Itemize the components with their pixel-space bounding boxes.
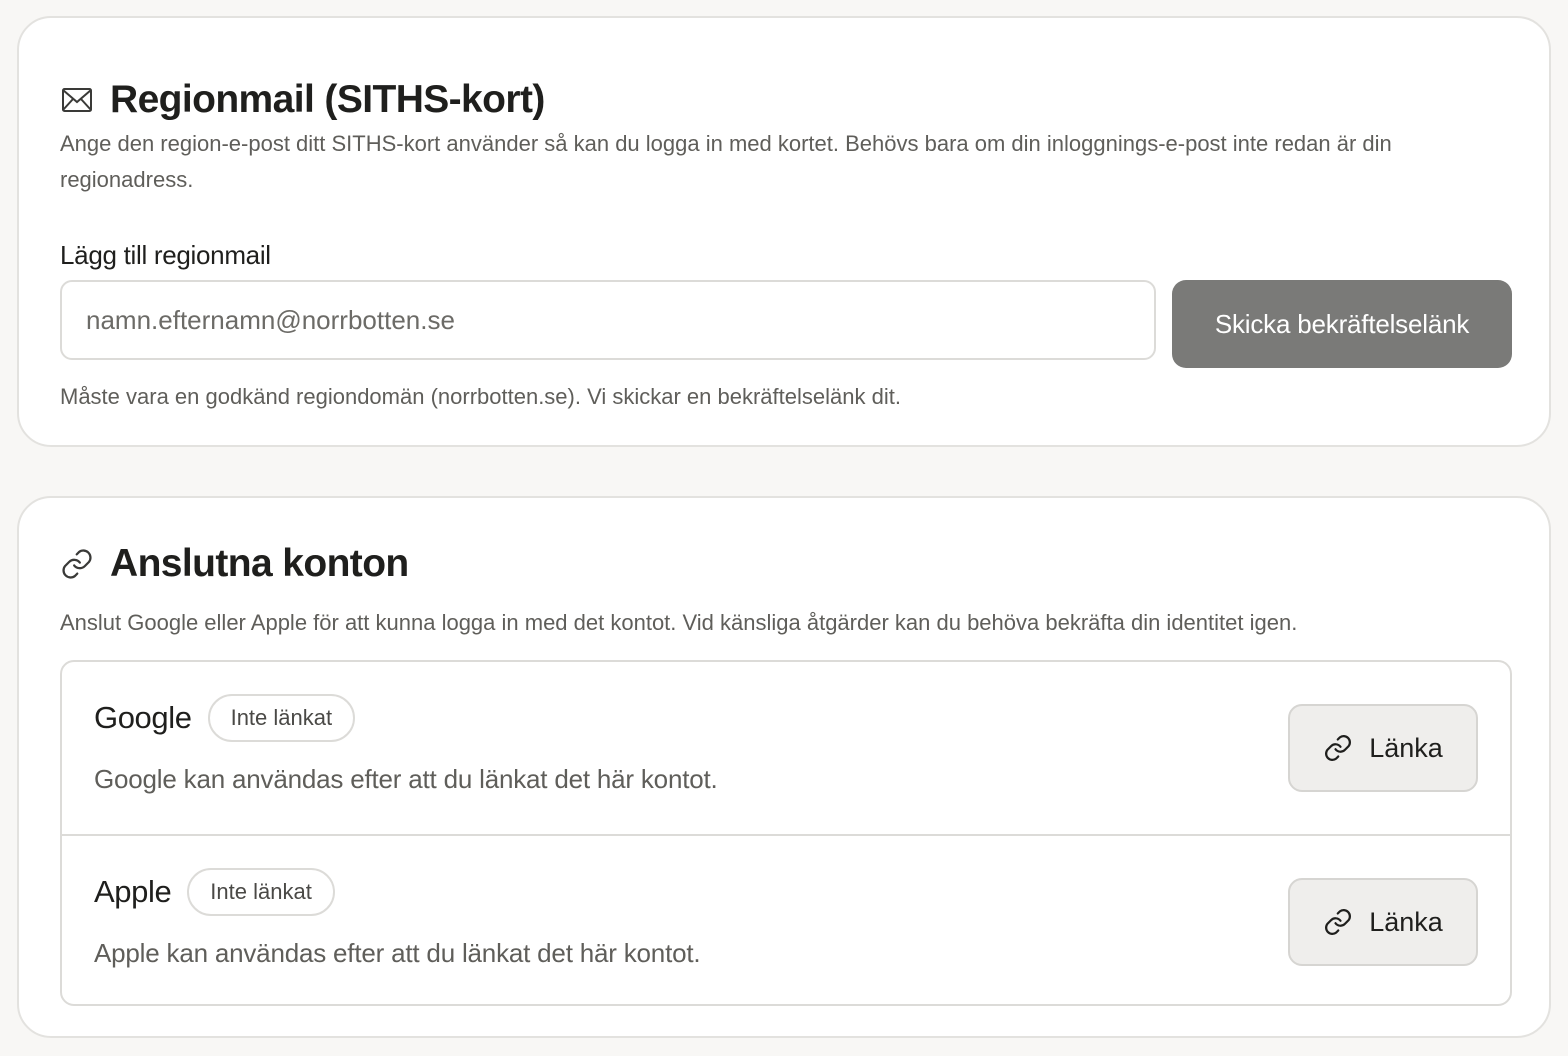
provider-apple: Apple Inte länkat Apple kan användas eft… bbox=[62, 834, 1510, 1004]
provider-header: Apple Inte länkat bbox=[94, 868, 335, 916]
link-icon bbox=[60, 547, 94, 581]
mail-icon bbox=[60, 83, 94, 117]
provider-name: Google bbox=[94, 700, 192, 735]
connected-accounts-title: Anslutna konton bbox=[110, 542, 409, 585]
link-apple-button[interactable]: Länka bbox=[1288, 878, 1478, 966]
link-icon bbox=[1323, 733, 1353, 763]
send-confirmation-link-button[interactable]: Skicka bekräftelselänk bbox=[1172, 280, 1512, 368]
status-badge: Inte länkat bbox=[207, 694, 356, 742]
provider-description: Google kan användas efter att du länkat … bbox=[94, 764, 718, 794]
regionmail-header: Regionmail (SITHS-kort) bbox=[60, 78, 545, 122]
link-icon bbox=[1323, 907, 1353, 937]
status-badge: Inte länkat bbox=[187, 868, 335, 916]
provider-google: Google Inte länkat Google kan användas e… bbox=[62, 662, 1510, 834]
link-google-button[interactable]: Länka bbox=[1288, 704, 1478, 792]
regionmail-input[interactable] bbox=[60, 280, 1156, 360]
connected-accounts-card: Anslutna konton Anslut Google eller Appl… bbox=[17, 496, 1551, 1038]
regionmail-field-label: Lägg till regionmail bbox=[60, 240, 271, 270]
regionmail-title: Regionmail (SITHS-kort) bbox=[110, 78, 545, 121]
provider-header: Google Inte länkat bbox=[94, 694, 356, 742]
link-button-label: Länka bbox=[1369, 906, 1443, 937]
provider-description: Apple kan användas efter att du länkat d… bbox=[94, 938, 701, 968]
regionmail-hint: Måste vara en godkänd regiondomän (norrb… bbox=[60, 384, 901, 409]
provider-name: Apple bbox=[94, 874, 172, 909]
link-button-label: Länka bbox=[1369, 732, 1443, 763]
regionmail-card: Regionmail (SITHS-kort) Ange den region-… bbox=[17, 16, 1551, 447]
provider-list: Google Inte länkat Google kan användas e… bbox=[60, 660, 1512, 1006]
connected-accounts-description: Anslut Google eller Apple för att kunna … bbox=[60, 610, 1298, 635]
connected-accounts-header: Anslutna konton bbox=[60, 542, 409, 586]
regionmail-description: Ange den region-e-post ditt SITHS-kort a… bbox=[60, 131, 1392, 192]
